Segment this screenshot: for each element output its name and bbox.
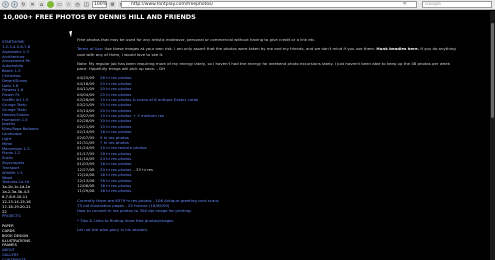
mouse-cursor-icon — [69, 30, 74, 38]
back-arrow-icon[interactable]: ‹ — [2, 1, 9, 8]
print-icon[interactable]: ▭ — [56, 1, 63, 8]
history-icon[interactable]: ◷ — [74, 1, 81, 8]
updates-list: 04/25/09 26 hi res photos 04/18/09 25 hi re… — [77, 75, 457, 193]
note-text: Note: My regular job has been requiring … — [77, 60, 450, 72]
zoom-select[interactable]: 100% — [92, 1, 107, 8]
settings-icon[interactable]: ⚙ — [109, 1, 116, 8]
home-icon[interactable]: ⌂ — [38, 1, 45, 8]
update-extra: - 33 hi res — [133, 166, 153, 172]
screenshot-icon[interactable]: ◫ — [83, 1, 90, 8]
page-title: 10,000+ FREE PHOTOS BY DENNIS HILL AND F… — [3, 13, 196, 21]
addon-icon[interactable] — [47, 1, 54, 8]
terms-link[interactable]: Terms of Use — [77, 46, 102, 51]
stop-icon[interactable]: ✕ — [29, 1, 36, 8]
terms-bold-text: Hunk beadles here. — [376, 46, 420, 52]
vertical-scrollbar[interactable] — [490, 11, 495, 260]
footer-verse: Let not the wise glory in his wisdom. — [77, 226, 149, 232]
search-input[interactable]: Google — [422, 1, 492, 8]
terms-paragraph: Terms of Use: Use these images at your o… — [77, 46, 457, 57]
update-link[interactable]: 16 hi res photos — [100, 188, 131, 193]
terms-text: : Use these images at your own risk. I a… — [101, 46, 376, 52]
main-content: Free photos that may be used for any art… — [77, 37, 457, 232]
forward-arrow-icon[interactable]: › — [11, 1, 18, 8]
bookmark-icon[interactable]: ☆ — [65, 1, 72, 8]
reload-icon[interactable]: ↻ — [20, 1, 27, 8]
update-date: 11/29/08 — [77, 188, 95, 194]
scrollbar-thumb[interactable] — [491, 23, 494, 118]
sidebar-nav: STARTHOME 1-2-3-4-5-6-7-8 Alphabetic 1-3 Ar… — [2, 40, 38, 260]
address-bar[interactable]: http://www.fontplay.com/freephotos/ — [121, 1, 417, 8]
bookmark-star-icon[interactable]: ★ — [402, 1, 407, 7]
